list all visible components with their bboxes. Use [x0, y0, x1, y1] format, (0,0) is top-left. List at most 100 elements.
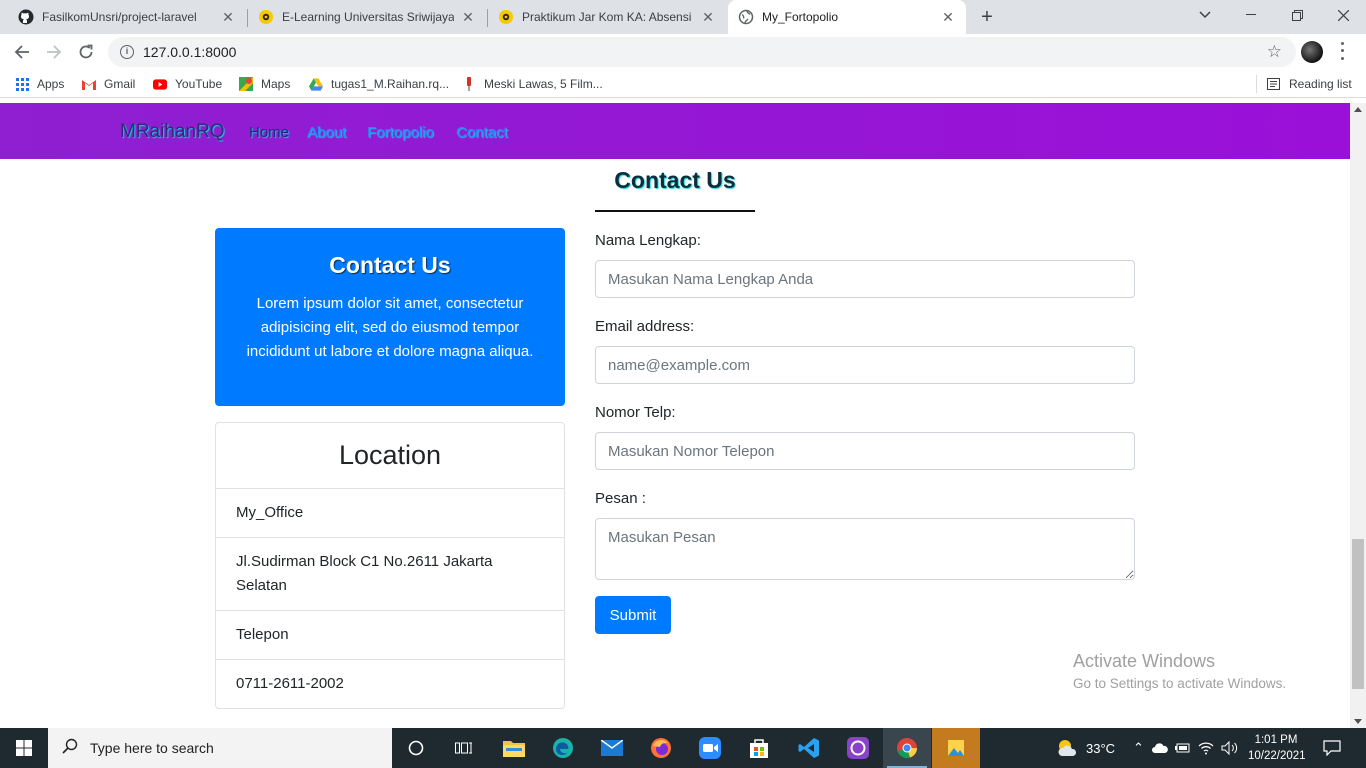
- reload-icon[interactable]: [74, 40, 98, 64]
- restore-icon[interactable]: [1274, 0, 1320, 30]
- bookmark-label: Apps: [37, 77, 65, 91]
- bookmark-label: Maps: [261, 77, 291, 91]
- show-hidden-icons-chevron-icon[interactable]: ⌃: [1133, 740, 1144, 756]
- wifi-icon[interactable]: [1198, 741, 1214, 755]
- message-textarea[interactable]: [595, 518, 1135, 580]
- watermark-title: Activate Windows: [1073, 651, 1216, 671]
- taskbar-search[interactable]: Type here to search: [48, 728, 392, 768]
- globe-icon: [738, 9, 754, 25]
- back-icon[interactable]: [10, 40, 34, 64]
- close-window-icon[interactable]: [1320, 0, 1366, 30]
- message-label: Pesan :: [595, 490, 646, 507]
- windows-start-icon[interactable]: [0, 728, 48, 768]
- profile-avatar[interactable]: [1301, 41, 1323, 63]
- email-input[interactable]: [595, 346, 1135, 384]
- close-tab-icon[interactable]: ✕: [940, 9, 956, 25]
- search-icon: [62, 738, 78, 759]
- submit-button[interactable]: Submit: [595, 596, 671, 634]
- weather-partly-cloudy-icon: [1056, 739, 1078, 757]
- store-icon[interactable]: [735, 728, 783, 768]
- reading-list-button[interactable]: Reading list: [1256, 75, 1352, 93]
- forward-icon[interactable]: [42, 40, 66, 64]
- tab-my-fortopolio[interactable]: My_Fortopolio ✕: [728, 0, 966, 34]
- location-office: My_Office: [216, 489, 564, 538]
- weather-widget[interactable]: 33°C: [1056, 728, 1115, 768]
- nav-about[interactable]: About: [307, 124, 346, 141]
- nav-fortopolio[interactable]: Fortopolio: [367, 124, 434, 141]
- tab-title: Praktikum Jar Kom KA: Absensi P: [522, 10, 694, 24]
- tab-title: My_Fortopolio: [762, 10, 839, 24]
- bookmark-gmail[interactable]: Gmail: [82, 75, 135, 93]
- tab-project-laravel[interactable]: FasilkomUnsri/project-laravel ✕: [8, 0, 246, 34]
- contact-card-title: Contact Us: [329, 252, 451, 278]
- bookmark-youtube[interactable]: YouTube: [153, 75, 222, 93]
- nav-home[interactable]: Home: [249, 124, 289, 141]
- bookmark-pin-icon: [462, 77, 476, 91]
- bookmarks-bar: Apps Gmail YouTube Maps tugas1_M.Raihan.…: [0, 70, 1366, 98]
- github-desktop-icon[interactable]: [834, 728, 882, 768]
- github-icon: [18, 9, 34, 25]
- bookmark-maps[interactable]: Maps: [239, 75, 290, 93]
- address-text: 127.0.0.1:8000: [143, 44, 237, 60]
- gmail-icon: [82, 77, 96, 91]
- bookmark-meski-lawas[interactable]: Meski Lawas, 5 Film...: [462, 75, 603, 93]
- photos-app-icon[interactable]: [932, 728, 980, 768]
- phone-label: Nomor Telp:: [595, 404, 676, 421]
- location-phone-label: Telepon: [216, 611, 564, 660]
- chrome-icon[interactable]: [883, 728, 931, 768]
- tab-search-chevron-icon[interactable]: [1182, 0, 1228, 30]
- maps-icon: [239, 77, 253, 91]
- bookmark-star-icon[interactable]: ☆: [1267, 42, 1282, 62]
- bookmark-label: YouTube: [175, 77, 223, 91]
- zoom-icon[interactable]: [686, 728, 734, 768]
- site-brand[interactable]: MRaihanRQ: [120, 121, 225, 143]
- address-bar[interactable]: i 127.0.0.1:8000 ☆: [108, 37, 1296, 67]
- notifications-icon[interactable]: [1312, 728, 1352, 768]
- phone-input[interactable]: [595, 432, 1135, 470]
- location-address: Jl.Sudirman Block C1 No.2611 Jakarta Sel…: [216, 538, 564, 611]
- close-tab-icon[interactable]: ✕: [220, 9, 236, 25]
- firefox-icon[interactable]: [637, 728, 685, 768]
- mail-icon[interactable]: [588, 728, 636, 768]
- minimize-icon[interactable]: [1228, 0, 1274, 30]
- activate-windows-watermark: Activate Windows Go to Settings to activ…: [1073, 651, 1286, 691]
- taskbar-clock[interactable]: 1:01 PM 10/22/2021: [1248, 732, 1306, 764]
- cortana-icon[interactable]: [392, 728, 440, 768]
- vscode-icon[interactable]: [785, 728, 833, 768]
- windows-taskbar: Type here to search 33°C ⌃ 1:01 PM 10/22…: [0, 728, 1366, 768]
- tab-title: E-Learning Universitas Sriwijaya: [282, 10, 454, 24]
- location-title: Location: [216, 423, 564, 489]
- tab-elearning[interactable]: E-Learning Universitas Sriwijaya ✕: [248, 0, 486, 34]
- volume-icon[interactable]: [1221, 741, 1239, 755]
- title-underline: [595, 210, 755, 212]
- close-tab-icon[interactable]: ✕: [460, 9, 476, 25]
- edge-icon[interactable]: [539, 728, 587, 768]
- file-explorer-icon[interactable]: [490, 728, 538, 768]
- bookmark-tugas1[interactable]: tugas1_M.Raihan.rq...: [309, 75, 449, 93]
- nav-contact[interactable]: Contact: [456, 124, 508, 141]
- bookmark-apps[interactable]: Apps: [15, 75, 64, 93]
- location-phone-number: 0711-2611-2002: [236, 675, 344, 692]
- page-scrollbar[interactable]: [1350, 103, 1366, 728]
- browser-menu-icon[interactable]: [1338, 40, 1346, 62]
- tab-praktikum[interactable]: Praktikum Jar Kom KA: Absensi P ✕: [488, 0, 726, 34]
- new-tab-icon[interactable]: +: [976, 6, 998, 28]
- clock-date: 10/22/2021: [1248, 750, 1306, 762]
- task-view-icon[interactable]: [440, 728, 488, 768]
- name-input[interactable]: [595, 260, 1135, 298]
- site-navbar: MRaihanRQ Home About Fortopolio Contact: [0, 103, 1350, 159]
- close-tab-icon[interactable]: ✕: [700, 9, 716, 25]
- site-info-icon[interactable]: i: [120, 45, 134, 59]
- apps-grid-icon: [15, 77, 29, 91]
- section-title: Contact Us: [614, 167, 736, 193]
- onedrive-cloud-icon[interactable]: [1151, 743, 1168, 753]
- scroll-down-icon[interactable]: [1354, 719, 1362, 724]
- scroll-up-icon[interactable]: [1354, 107, 1362, 112]
- page-viewport: MRaihanRQ Home About Fortopolio Contact …: [0, 103, 1350, 728]
- system-tray: ⌃: [1133, 728, 1239, 768]
- bookmark-label: tugas1_M.Raihan.rq...: [331, 77, 450, 91]
- scroll-thumb[interactable]: [1352, 539, 1364, 689]
- email-label: Email address:: [595, 318, 695, 335]
- contact-card-text: Lorem ipsum dolor sit amet, consectetur …: [246, 295, 534, 360]
- battery-icon[interactable]: [1174, 742, 1191, 754]
